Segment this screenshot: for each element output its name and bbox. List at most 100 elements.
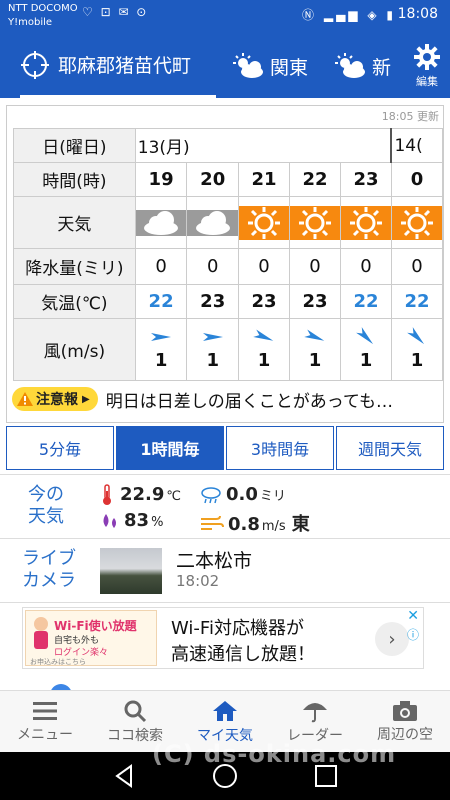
weather-cell bbox=[339, 196, 392, 249]
carrier-name-secondary: Y!mobile bbox=[8, 17, 53, 28]
cloud-icon bbox=[136, 209, 186, 236]
settings-button[interactable]: 編集 bbox=[404, 34, 450, 98]
ad-image-text: お申込みはこちら bbox=[30, 658, 86, 666]
row-header-weather: 天気 bbox=[13, 196, 136, 249]
weather-cell bbox=[186, 196, 240, 249]
current-weather[interactable]: 今の 天気 22.9 ℃ 0.0 ミリ 83 % 0.8 m/s 東 bbox=[0, 476, 450, 538]
wind-cell: 1 bbox=[390, 318, 443, 381]
row-header-temp: 気温(℃) bbox=[13, 284, 136, 319]
ad-close-icon[interactable]: ✕ bbox=[407, 608, 419, 624]
temp-cell: 23 bbox=[186, 284, 240, 319]
wind-arrow-icon bbox=[304, 329, 325, 341]
wind-icon bbox=[201, 515, 224, 530]
live-camera[interactable]: ライブ カメラ 二本松市 18:02 bbox=[0, 540, 450, 602]
advisory-badge: 注意報 ▶ bbox=[12, 387, 98, 411]
hour-cell: 21 bbox=[238, 162, 290, 197]
sun-icon bbox=[392, 205, 442, 240]
row-hour: 時間(時) 19 20 21 22 23 0 bbox=[13, 162, 443, 197]
divider bbox=[0, 474, 450, 475]
forecast-table: 日(曜日) 13(月) 14( 時間(時) 19 20 21 22 23 0 天… bbox=[13, 128, 443, 381]
wind-arrow-icon bbox=[151, 333, 172, 341]
tab-1hour[interactable]: 1時間毎 bbox=[116, 426, 224, 470]
wind-speed: 1 bbox=[410, 350, 424, 371]
weather-advisory[interactable]: 注意報 ▶ 明日は日差しの届くことがあっても… bbox=[12, 384, 444, 414]
date-cell-next: 14( bbox=[390, 128, 443, 163]
location-tab-label: 関東 bbox=[270, 56, 309, 79]
precip-cell: 0 bbox=[134, 248, 188, 285]
temp-cell: 22 bbox=[390, 284, 443, 319]
location-tab-kanto[interactable]: 関東 bbox=[232, 34, 308, 98]
current-humidity-unit: % bbox=[151, 515, 164, 530]
precip-cell: 0 bbox=[186, 248, 240, 285]
updated-time: 18:05 更新 bbox=[381, 110, 439, 123]
sun-icon bbox=[290, 205, 340, 240]
thermometer-icon bbox=[103, 484, 111, 505]
precip-cell: 0 bbox=[339, 248, 392, 285]
precip-cell: 0 bbox=[289, 248, 341, 285]
rain-cloud-icon bbox=[201, 486, 221, 503]
sun-cloud-icon bbox=[335, 53, 365, 78]
hour-cell: 20 bbox=[186, 162, 240, 197]
hour-cell: 22 bbox=[289, 162, 341, 197]
weather-cell bbox=[238, 196, 290, 249]
live-camera-time: 18:02 bbox=[176, 572, 220, 590]
tab-weekly[interactable]: 週間天気 bbox=[336, 426, 444, 470]
current-wind-unit: m/s bbox=[261, 519, 286, 534]
live-camera-city: 二本松市 bbox=[176, 550, 253, 572]
ad-image[interactable]: Wi-Fi使い放題 自宅も外も ログイン楽々 お申込みはこちら bbox=[25, 610, 157, 666]
location-tab-label: 新 bbox=[372, 56, 392, 79]
wind-speed: 1 bbox=[257, 350, 271, 371]
weather-cell bbox=[134, 196, 188, 249]
wind-arrow-icon bbox=[253, 329, 274, 341]
location-tab-inawashiro[interactable]: 耶麻郡猪苗代町 bbox=[20, 34, 216, 98]
hour-cell: 0 bbox=[390, 162, 443, 197]
wind-cell: 1 bbox=[186, 318, 240, 381]
interval-tabs: 5分毎 1時間毎 3時間毎 週間天気 bbox=[6, 426, 444, 470]
ad-banner[interactable]: Wi-Fi使い放題 自宅も外も ログイン楽々 お申込みはこちら Wi-Fi対応機… bbox=[22, 607, 424, 669]
camera-icon bbox=[393, 700, 417, 721]
back-icon[interactable] bbox=[110, 762, 138, 790]
divider bbox=[0, 538, 450, 539]
wind-arrow-icon bbox=[407, 327, 425, 345]
row-header-day: 日(曜日) bbox=[13, 128, 136, 163]
current-wind-direction: 東 bbox=[291, 514, 310, 535]
sun-icon bbox=[341, 205, 391, 240]
temp-cell: 22 bbox=[134, 284, 188, 319]
nav-label: メニュー bbox=[17, 726, 73, 743]
ad-open-button[interactable]: › bbox=[375, 622, 409, 656]
sun-icon bbox=[239, 205, 289, 240]
weather-cell bbox=[289, 196, 341, 249]
carrier-name: NTT DOCOMO bbox=[8, 3, 78, 14]
ad-info-icon[interactable]: ⓘ bbox=[407, 626, 419, 643]
chevron-right-icon: ▶ bbox=[82, 393, 90, 405]
hour-cell: 23 bbox=[339, 162, 392, 197]
status-bar: NTT DOCOMO Y!mobile ♡ ⊡ ✉ ⊙ Ⓝ ▂▄▆ ◈ ▮ 18… bbox=[0, 0, 450, 34]
row-header-precip: 降水量(ミリ) bbox=[13, 248, 136, 285]
current-temp-unit: ℃ bbox=[166, 489, 182, 504]
wind-speed: 1 bbox=[154, 350, 168, 371]
sun-cloud-icon bbox=[233, 53, 263, 78]
divider bbox=[0, 602, 450, 603]
temp-cell: 23 bbox=[289, 284, 341, 319]
location-tab-next[interactable]: 新 bbox=[334, 34, 391, 98]
row-precip: 降水量(ミリ) 0 0 0 0 0 0 bbox=[13, 248, 443, 285]
live-camera-title: ライブ カメラ bbox=[22, 548, 76, 591]
tab-5min[interactable]: 5分毎 bbox=[6, 426, 114, 470]
umbrella-icon bbox=[303, 702, 327, 722]
nav-menu[interactable]: メニュー bbox=[0, 691, 90, 752]
row-wind: 風(m/s) 1 1 1 1 1 1 bbox=[13, 318, 443, 381]
wind-cell: 1 bbox=[339, 318, 392, 381]
tab-3hour[interactable]: 3時間毎 bbox=[226, 426, 334, 470]
location-target-icon bbox=[21, 50, 49, 79]
weather-cell bbox=[390, 196, 443, 249]
cloud-icon bbox=[187, 209, 238, 236]
temp-cell: 22 bbox=[339, 284, 392, 319]
current-humidity: 83 % bbox=[100, 510, 163, 531]
current-temp: 22.9 ℃ bbox=[100, 484, 181, 506]
ad-character-icon bbox=[34, 617, 48, 649]
live-camera-thumbnail[interactable] bbox=[100, 548, 162, 594]
ad-subline: 高速通信し放題！ bbox=[171, 644, 315, 665]
current-precip-unit: ミリ bbox=[259, 489, 286, 504]
wind-arrow-icon bbox=[202, 333, 223, 341]
warning-icon bbox=[17, 392, 33, 406]
